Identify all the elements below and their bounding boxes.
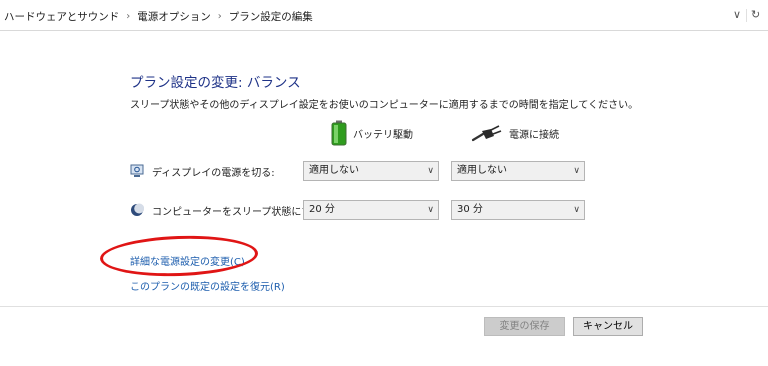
display-off-battery-value: 適用しない: [309, 165, 359, 176]
cancel-button[interactable]: キャンセル: [573, 317, 643, 336]
chevron-down-icon: ∨: [573, 205, 580, 215]
display-icon: [130, 164, 144, 177]
breadcrumb-separator: ›: [126, 11, 131, 22]
chevron-down-icon: ∨: [573, 166, 580, 176]
column-label-battery: バッテリ駆動: [353, 129, 413, 141]
battery-icon: [331, 120, 347, 146]
setting-text-display-off: ディスプレイの電源を切る:: [152, 167, 275, 179]
sleep-battery-value: 20 分: [309, 204, 335, 215]
sleep-plugged-select[interactable]: 30 分 ∨: [451, 200, 585, 220]
power-plug-icon: [471, 125, 502, 142]
display-off-plugged-select[interactable]: 適用しない ∨: [451, 161, 585, 181]
breadcrumb-item-edit-plan[interactable]: プラン設定の編集: [229, 9, 313, 24]
setting-label-display-off: ディスプレイの電源を切る:: [130, 162, 275, 180]
save-changes-button[interactable]: 変更の保存: [484, 317, 565, 336]
display-off-plugged-value: 適用しない: [457, 165, 507, 176]
setting-text-sleep: コンピューターをスリープ状態にする:: [152, 206, 325, 218]
highlight-annotation: [99, 233, 259, 279]
sleep-moon-icon: [131, 203, 144, 216]
breadcrumb: ハードウェアとサウンド › 電源オプション › プラン設定の編集: [4, 9, 313, 24]
restore-defaults-link[interactable]: このプランの既定の設定を復元(R): [130, 278, 285, 293]
page-title: プラン設定の変更: バランス: [130, 75, 301, 91]
sleep-plugged-value: 30 分: [457, 204, 483, 215]
address-dropdown-icon[interactable]: ∨: [733, 8, 741, 22]
column-header-battery: バッテリ駆動: [331, 118, 413, 148]
toolbar-divider: [746, 9, 747, 22]
display-off-battery-select[interactable]: 適用しない ∨: [303, 161, 439, 181]
sleep-battery-select[interactable]: 20 分 ∨: [303, 200, 439, 220]
breadcrumb-item-power-options[interactable]: 電源オプション: [137, 9, 211, 24]
chevron-down-icon: ∨: [427, 166, 434, 176]
footer-divider: [0, 306, 768, 307]
breadcrumb-item-hardware-sound[interactable]: ハードウェアとサウンド: [4, 9, 119, 24]
breadcrumb-separator: ›: [217, 11, 222, 22]
column-header-plugged: 電源に接続: [471, 118, 559, 148]
chevron-down-icon: ∨: [427, 205, 434, 215]
column-label-plugged: 電源に接続: [509, 129, 559, 141]
setting-label-sleep: コンピューターをスリープ状態にする:: [130, 201, 325, 219]
refresh-icon[interactable]: ↻: [751, 8, 760, 22]
page-description: スリープ状態やその他のディスプレイ設定をお使いのコンピューターに適用するまでの時…: [130, 100, 639, 111]
address-bar: ハードウェアとサウンド › 電源オプション › プラン設定の編集 ∨ ↻: [0, 0, 768, 31]
